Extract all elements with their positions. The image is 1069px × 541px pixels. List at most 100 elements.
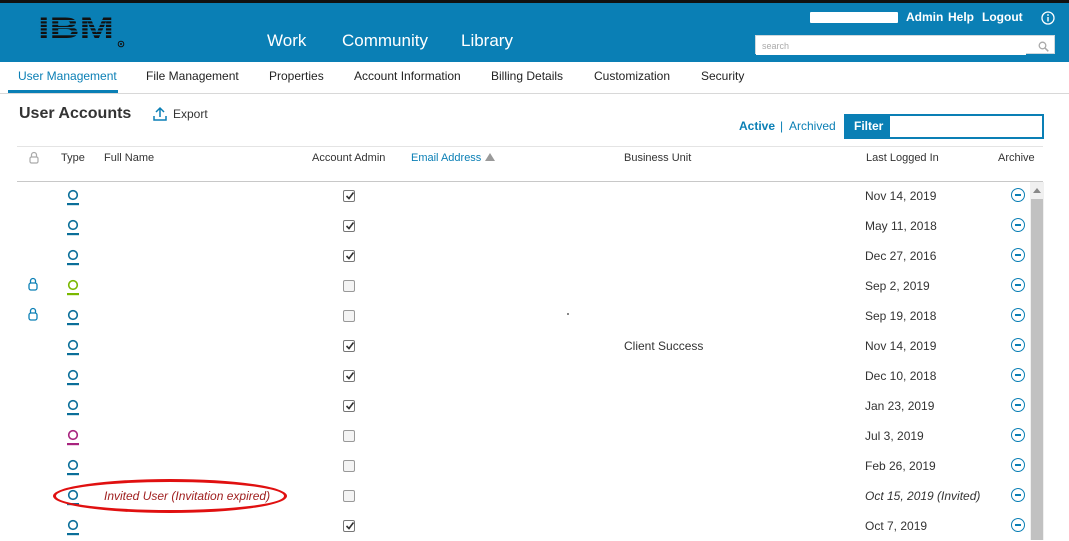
scroll-up-arrow-icon[interactable]: [1033, 188, 1041, 193]
account-admin-checkbox[interactable]: [343, 250, 355, 262]
top-banner: IBM Work Community Library Admin Help Lo…: [0, 0, 1069, 62]
tab-user-management[interactable]: User Management: [18, 69, 117, 83]
archive-minus-icon[interactable]: [1011, 368, 1025, 382]
user-type-icon[interactable]: [66, 459, 80, 476]
archive-minus-icon[interactable]: [1011, 458, 1025, 472]
column-account-admin[interactable]: Account Admin: [312, 152, 385, 164]
nav-work[interactable]: Work: [267, 31, 306, 51]
export-icon: [153, 106, 167, 121]
status-separator: |: [780, 119, 784, 133]
filter-input[interactable]: [890, 116, 1042, 137]
account-admin-checkbox[interactable]: [343, 340, 355, 352]
tab-properties[interactable]: Properties: [269, 69, 324, 83]
last-logged-in: May 11, 2018: [865, 219, 937, 233]
table-row[interactable]: Dec 27, 2016: [0, 241, 1030, 271]
last-logged-in: Jul 3, 2019: [865, 429, 924, 443]
tab-bar: User Management File Management Properti…: [0, 62, 1069, 94]
user-type-icon[interactable]: [66, 339, 80, 356]
search-box[interactable]: [755, 35, 1055, 57]
last-logged-in: Jan 23, 2019: [865, 399, 935, 413]
lock-icon: [27, 307, 39, 321]
tab-account-information[interactable]: Account Information: [354, 69, 461, 83]
table-row[interactable]: Jan 23, 2019: [0, 391, 1030, 421]
column-last-logged-in[interactable]: Last Logged In: [866, 152, 939, 164]
tab-billing-details[interactable]: Billing Details: [491, 69, 563, 83]
archive-minus-icon[interactable]: [1011, 278, 1025, 292]
table-row[interactable]: Jul 3, 2019: [0, 421, 1030, 451]
lock-icon: [27, 277, 39, 291]
info-icon[interactable]: [1041, 11, 1055, 25]
export-label: Export: [173, 107, 208, 121]
admin-link[interactable]: Admin: [906, 10, 943, 24]
ibm-logo[interactable]: IBM: [38, 12, 128, 55]
account-admin-checkbox[interactable]: [343, 400, 355, 412]
archive-minus-icon[interactable]: [1011, 188, 1025, 202]
user-type-icon[interactable]: [66, 519, 80, 536]
user-type-icon[interactable]: [66, 399, 80, 416]
archive-minus-icon[interactable]: [1011, 218, 1025, 232]
tab-file-management[interactable]: File Management: [146, 69, 239, 83]
column-email-label: Email Address: [411, 152, 482, 164]
table-row[interactable]: May 11, 2018: [0, 211, 1030, 241]
account-admin-checkbox[interactable]: [343, 370, 355, 382]
account-admin-checkbox[interactable]: [343, 310, 355, 322]
user-type-icon[interactable]: [66, 279, 80, 296]
last-logged-in: Nov 14, 2019: [865, 189, 937, 203]
user-type-icon[interactable]: [66, 369, 80, 386]
table-row[interactable]: Feb 26, 2019: [0, 451, 1030, 481]
archive-minus-icon[interactable]: [1011, 248, 1025, 262]
table-row[interactable]: Sep 19, 2018: [0, 301, 1030, 331]
account-admin-checkbox[interactable]: [343, 520, 355, 532]
export-button[interactable]: Export: [152, 106, 208, 122]
last-logged-in: Oct 15, 2019 (Invited): [865, 489, 981, 503]
user-type-icon[interactable]: [66, 219, 80, 236]
table-row[interactable]: Sep 2, 2019: [0, 271, 1030, 301]
last-logged-in: Dec 10, 2018: [865, 369, 937, 383]
svg-text:IBM: IBM: [38, 14, 114, 45]
table-row[interactable]: Oct 7, 2019: [0, 511, 1030, 541]
archive-minus-icon[interactable]: [1011, 488, 1025, 502]
column-full-name[interactable]: Full Name: [104, 152, 154, 164]
archive-minus-icon[interactable]: [1011, 308, 1025, 322]
lock-column-icon: [28, 151, 40, 167]
help-link[interactable]: Help: [948, 10, 974, 24]
column-business-unit[interactable]: Business Unit: [624, 152, 691, 164]
account-admin-checkbox[interactable]: [343, 280, 355, 292]
table-row[interactable]: Client Success Nov 14, 2019: [0, 331, 1030, 361]
filter-active-link[interactable]: Active: [739, 119, 775, 133]
filter-box: Filter: [844, 114, 1044, 139]
user-type-icon[interactable]: [66, 249, 80, 266]
archive-minus-icon[interactable]: [1011, 338, 1025, 352]
logout-link[interactable]: Logout: [982, 10, 1023, 24]
header-top-divider: [17, 146, 1043, 147]
account-admin-checkbox[interactable]: [343, 490, 355, 502]
archive-minus-icon[interactable]: [1011, 518, 1025, 532]
search-icon[interactable]: [1038, 39, 1049, 57]
tab-security[interactable]: Security: [701, 69, 744, 83]
account-admin-checkbox[interactable]: [343, 430, 355, 442]
table-row[interactable]: Nov 14, 2019: [0, 181, 1030, 211]
user-type-icon[interactable]: [66, 189, 80, 206]
account-admin-checkbox[interactable]: [343, 220, 355, 232]
stray-dot: [567, 313, 569, 315]
tab-customization[interactable]: Customization: [594, 69, 670, 83]
table-row[interactable]: Dec 10, 2018: [0, 361, 1030, 391]
last-logged-in: Nov 14, 2019: [865, 339, 937, 353]
nav-community[interactable]: Community: [342, 31, 428, 51]
column-archive: Archive: [998, 152, 1035, 164]
redacted-username: [810, 12, 898, 23]
search-input[interactable]: [756, 37, 1026, 55]
last-logged-in: Dec 27, 2016: [865, 249, 937, 263]
account-admin-checkbox[interactable]: [343, 190, 355, 202]
user-type-icon[interactable]: [66, 309, 80, 326]
column-email-address[interactable]: Email Address: [411, 152, 496, 164]
nav-library[interactable]: Library: [461, 31, 513, 51]
archive-minus-icon[interactable]: [1011, 428, 1025, 442]
account-admin-checkbox[interactable]: [343, 460, 355, 472]
scrollbar-thumb[interactable]: [1031, 199, 1043, 540]
filter-archived-link[interactable]: Archived: [789, 119, 836, 133]
last-logged-in: Oct 7, 2019: [865, 519, 928, 533]
column-type[interactable]: Type: [61, 152, 85, 164]
archive-minus-icon[interactable]: [1011, 398, 1025, 412]
user-type-icon[interactable]: [66, 429, 80, 446]
